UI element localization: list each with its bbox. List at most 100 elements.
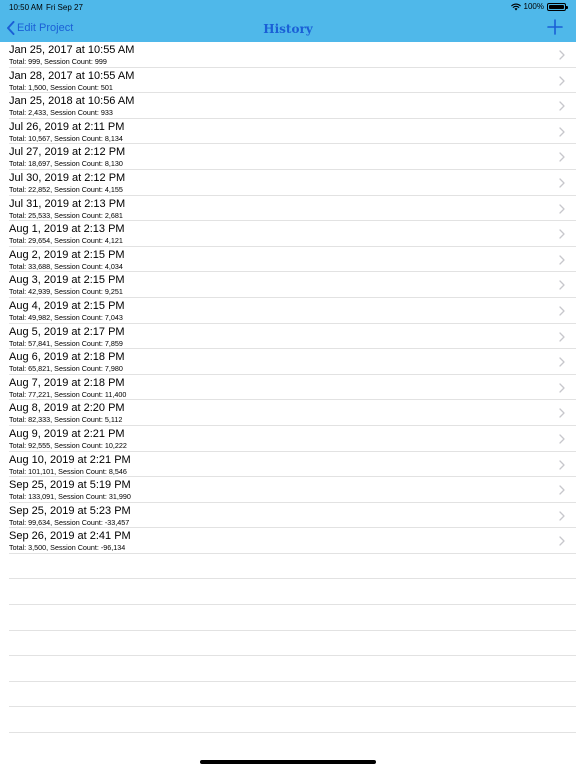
history-summary: Total: 25,533, Session Count: 2,681	[9, 210, 123, 220]
history-date: Aug 6, 2019 at 2:18 PM	[9, 351, 125, 364]
history-date: Aug 4, 2019 at 2:15 PM	[9, 299, 125, 312]
history-date: Jul 26, 2019 at 2:11 PM	[9, 120, 125, 133]
history-row[interactable]: Aug 7, 2019 at 2:18 PM Total: 77,221, Ses…	[9, 375, 576, 401]
history-summary: Total: 65,821, Session Count: 7,980	[9, 364, 123, 374]
history-date: Aug 1, 2019 at 2:13 PM	[9, 223, 125, 236]
page-title: History	[263, 22, 313, 36]
history-row[interactable]: Aug 8, 2019 at 2:20 PM Total: 82,333, Ses…	[9, 400, 576, 426]
empty-row-separator	[9, 579, 576, 606]
chevron-right-icon	[559, 536, 565, 546]
history-summary: Total: 57,841, Session Count: 7,859	[9, 338, 123, 348]
chevron-right-icon	[559, 255, 565, 265]
history-row[interactable]: Sep 25, 2019 at 5:23 PM Total: 99,634, Se…	[9, 503, 576, 529]
home-indicator[interactable]	[200, 760, 376, 764]
history-date: Jul 31, 2019 at 2:13 PM	[9, 197, 126, 210]
history-summary: Total: 29,654, Session Count: 4,121	[9, 236, 123, 246]
history-row[interactable]: Aug 4, 2019 at 2:15 PM Total: 49,982, Ses…	[9, 298, 576, 324]
history-date: Aug 9, 2019 at 2:21 PM	[9, 427, 125, 440]
history-row[interactable]: Jan 25, 2017 at 10:55 AM Total: 999, Sess…	[9, 42, 576, 68]
chevron-right-icon	[559, 203, 565, 214]
history-date: Sep 25, 2019 at 5:19 PM	[9, 479, 131, 492]
add-button[interactable]	[547, 19, 563, 35]
history-date: Jul 30, 2019 at 2:12 PM	[9, 171, 126, 184]
chevron-right-icon	[559, 485, 565, 495]
history-row[interactable]: Jul 31, 2019 at 2:13 PM Total: 25,533, Se…	[9, 196, 576, 222]
history-date: Jan 25, 2017 at 10:55 AM	[9, 44, 135, 56]
plus-icon	[547, 19, 563, 35]
history-row[interactable]: Aug 9, 2019 at 2:21 PM Total: 92,555, Ses…	[9, 426, 576, 452]
history-row[interactable]: Jul 26, 2019 at 2:11 PM Total: 10,567, Se…	[9, 119, 576, 145]
empty-row-separator	[9, 707, 576, 734]
history-date: Aug 2, 2019 at 2:15 PM	[9, 248, 125, 261]
chevron-right-icon	[559, 75, 565, 86]
history-summary: Total: 101,101, Session Count: 8,546	[9, 466, 127, 476]
history-summary: Total: 33,688, Session Count: 4,034	[9, 261, 123, 271]
chevron-right-icon	[559, 152, 565, 163]
history-date: Sep 25, 2019 at 5:23 PM	[9, 504, 131, 517]
history-summary: Total: 18,697, Session Count: 8,130	[9, 159, 123, 169]
chevron-right-icon	[559, 511, 565, 521]
chevron-right-icon	[559, 101, 565, 111]
battery-percentage: 100%	[523, 2, 544, 11]
history-date: Aug 7, 2019 at 2:18 PM	[9, 376, 125, 389]
chevron-right-icon	[559, 50, 565, 60]
chevron-right-icon	[559, 383, 565, 393]
empty-row-separator	[9, 656, 576, 682]
history-row[interactable]: Sep 26, 2019 at 2:41 PM Total: 3,500, Ses…	[9, 528, 576, 554]
history-date: Jan 25, 2018 at 10:56 AM	[9, 95, 135, 108]
history-row[interactable]: Sep 25, 2019 at 5:19 PM Total: 133,091, S…	[9, 477, 576, 503]
history-list: Jan 25, 2017 at 10:55 AM Total: 999, Sess…	[0, 42, 576, 734]
history-date: Aug 3, 2019 at 2:15 PM	[9, 274, 125, 287]
chevron-right-icon	[559, 280, 565, 290]
back-button-label: Edit Project	[17, 22, 74, 34]
status-indicators: 100%	[510, 2, 568, 11]
wifi-icon	[510, 3, 521, 10]
empty-row-separator	[9, 631, 576, 657]
history-date: Aug 10, 2019 at 2:21 PM	[9, 453, 131, 466]
chevron-right-icon	[559, 459, 565, 470]
history-summary: Total: 1,500, Session Count: 501	[9, 82, 113, 92]
history-date: Sep 26, 2019 at 2:41 PM	[9, 530, 131, 543]
history-row[interactable]: Jul 30, 2019 at 2:12 PM Total: 22,852, Se…	[9, 170, 576, 196]
empty-row-separator	[9, 682, 576, 708]
history-date: Aug 8, 2019 at 2:20 PM	[9, 402, 125, 415]
history-date: Jul 27, 2019 at 2:12 PM	[9, 146, 126, 159]
history-row[interactable]: Aug 10, 2019 at 2:21 PM Total: 101,101, S…	[9, 452, 576, 478]
history-date: Jan 28, 2017 at 10:55 AM	[9, 69, 135, 82]
history-summary: Total: 92,555, Session Count: 10,222	[9, 440, 127, 450]
history-summary: Total: 2,433, Session Count: 933	[9, 108, 113, 118]
chevron-right-icon	[559, 357, 565, 367]
chevron-left-icon	[7, 21, 15, 35]
chevron-right-icon	[559, 331, 565, 342]
chevron-right-icon	[559, 229, 565, 239]
history-summary: Total: 3,500, Session Count: -96,134	[9, 543, 126, 553]
history-summary: Total: 42,939, Session Count: 9,251	[9, 287, 123, 297]
chevron-right-icon	[559, 127, 565, 137]
history-row[interactable]: Jan 28, 2017 at 10:55 AM Total: 1,500, Se…	[9, 68, 576, 94]
history-row[interactable]: Aug 2, 2019 at 2:15 PM Total: 33,688, Ses…	[9, 247, 576, 273]
history-summary: Total: 77,221, Session Count: 11,400	[9, 389, 127, 399]
history-summary: Total: 133,091, Session Count: 31,990	[9, 492, 131, 502]
history-row[interactable]: Jul 27, 2019 at 2:12 PM Total: 18,697, Se…	[9, 144, 576, 170]
history-summary: Total: 99,634, Session Count: -33,457	[9, 517, 130, 527]
status-time: 10:50 AM	[9, 3, 43, 12]
history-row[interactable]: Aug 5, 2019 at 2:17 PM Total: 57,841, Ses…	[9, 324, 576, 350]
history-date: Aug 5, 2019 at 2:17 PM	[9, 325, 125, 338]
status-date: Fri Sep 27	[46, 3, 83, 12]
history-summary: Total: 10,567, Session Count: 8,134	[9, 133, 123, 143]
back-button[interactable]: Edit Project	[6, 19, 73, 37]
battery-icon	[547, 2, 568, 11]
history-summary: Total: 82,333, Session Count: 5,112	[9, 415, 123, 425]
history-row[interactable]: Jan 25, 2018 at 10:56 AM Total: 2,433, Se…	[9, 93, 576, 119]
history-row[interactable]: Aug 3, 2019 at 2:15 PM Total: 42,939, Ses…	[9, 272, 576, 298]
history-row[interactable]: Aug 1, 2019 at 2:13 PM Total: 29,654, Ses…	[9, 221, 576, 247]
history-row[interactable]: Aug 6, 2019 at 2:18 PM Total: 65,821, Ses…	[9, 349, 576, 375]
chevron-right-icon	[559, 434, 565, 444]
navigation-bar: 10:50 AM Fri Sep 27 100% Edit Project Hi…	[0, 0, 576, 42]
empty-row-separator	[9, 554, 576, 580]
chevron-right-icon	[559, 178, 565, 188]
history-summary: Total: 999, Session Count: 999	[9, 57, 107, 66]
chevron-right-icon	[559, 306, 565, 316]
status-bar: 10:50 AM Fri Sep 27 100%	[0, 0, 576, 14]
chevron-right-icon	[559, 408, 565, 418]
